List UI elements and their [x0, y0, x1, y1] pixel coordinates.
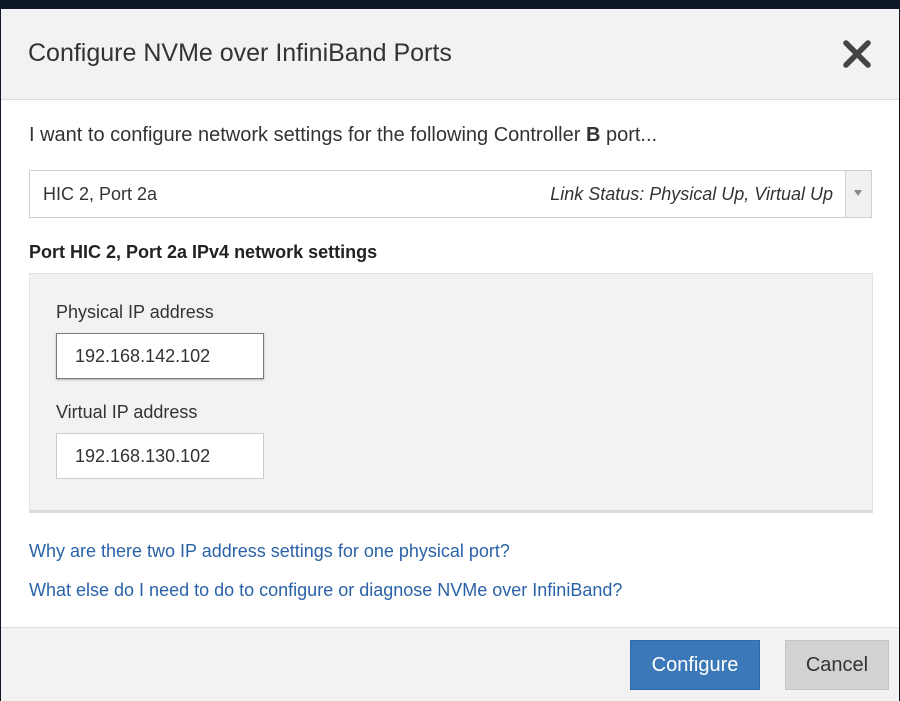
dialog-footer: Configure Cancel [1, 627, 899, 701]
controller-letter: B [585, 124, 601, 146]
port-select-value: HIC 2, Port 2a [43, 184, 158, 204]
virtual-ip-input[interactable] [56, 433, 264, 479]
dialog-title: Configure NVMe over InfiniBand Ports [28, 39, 452, 67]
virtual-ip-label: Virtual IP address [56, 402, 198, 422]
settings-panel: Physical IP address Virtual IP address [29, 273, 873, 513]
cancel-button[interactable]: Cancel [785, 640, 889, 690]
intro-suffix: port... [600, 124, 658, 146]
physical-ip-input[interactable] [56, 333, 264, 379]
intro-prefix: I want to configure network settings for… [29, 124, 586, 146]
close-button[interactable] [842, 39, 872, 69]
what-else-link[interactable]: What else do I need to do to configure o… [29, 580, 622, 601]
intro-text: I want to configure network settings for… [29, 124, 657, 147]
physical-ip-label: Physical IP address [56, 302, 214, 322]
dialog-header: Configure NVMe over InfiniBand Ports [1, 9, 899, 100]
port-select[interactable]: HIC 2, Port 2a Link Status: Physical Up,… [29, 170, 872, 218]
settings-heading: Port HIC 2, Port 2a IPv4 network setting… [29, 242, 378, 262]
configure-button[interactable]: Configure [630, 640, 760, 690]
configure-ports-dialog: Configure NVMe over InfiniBand Ports I w… [1, 9, 899, 701]
close-icon [843, 40, 871, 68]
caret-down-icon[interactable] [845, 171, 871, 217]
why-two-ip-link[interactable]: Why are there two IP address settings fo… [29, 541, 510, 562]
link-status: Link Status: Physical Up, Virtual Up [550, 184, 833, 204]
